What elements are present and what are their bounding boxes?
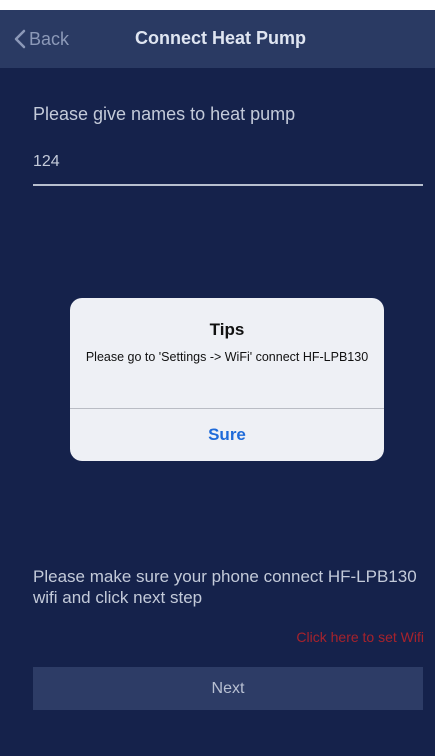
back-label: Back: [29, 28, 70, 49]
dialog-title: Tips: [209, 320, 245, 339]
sure-button[interactable]: Sure: [70, 409, 384, 461]
status-strip: [0, 0, 435, 10]
next-button[interactable]: Next: [33, 667, 423, 710]
set-wifi-link[interactable]: Click here to set Wifi: [296, 629, 424, 645]
name-field-label: Please give names to heat pump: [33, 104, 296, 124]
heat-pump-name-input[interactable]: [33, 140, 423, 186]
page-title: Connect Heat Pump: [135, 28, 307, 48]
connect-heat-pump-screen: Back Connect Heat Pump Please give names…: [0, 0, 435, 756]
navbar: Back Connect Heat Pump: [0, 10, 435, 68]
chevron-left-icon: [14, 29, 26, 49]
back-button[interactable]: Back: [14, 24, 69, 54]
wifi-instruction-text: Please make sure your phone connect HF-L…: [33, 567, 417, 607]
dialog-message: Please go to 'Settings -> WiFi' connect …: [85, 350, 369, 364]
tips-dialog: Tips Please go to 'Settings -> WiFi' con…: [70, 298, 384, 461]
